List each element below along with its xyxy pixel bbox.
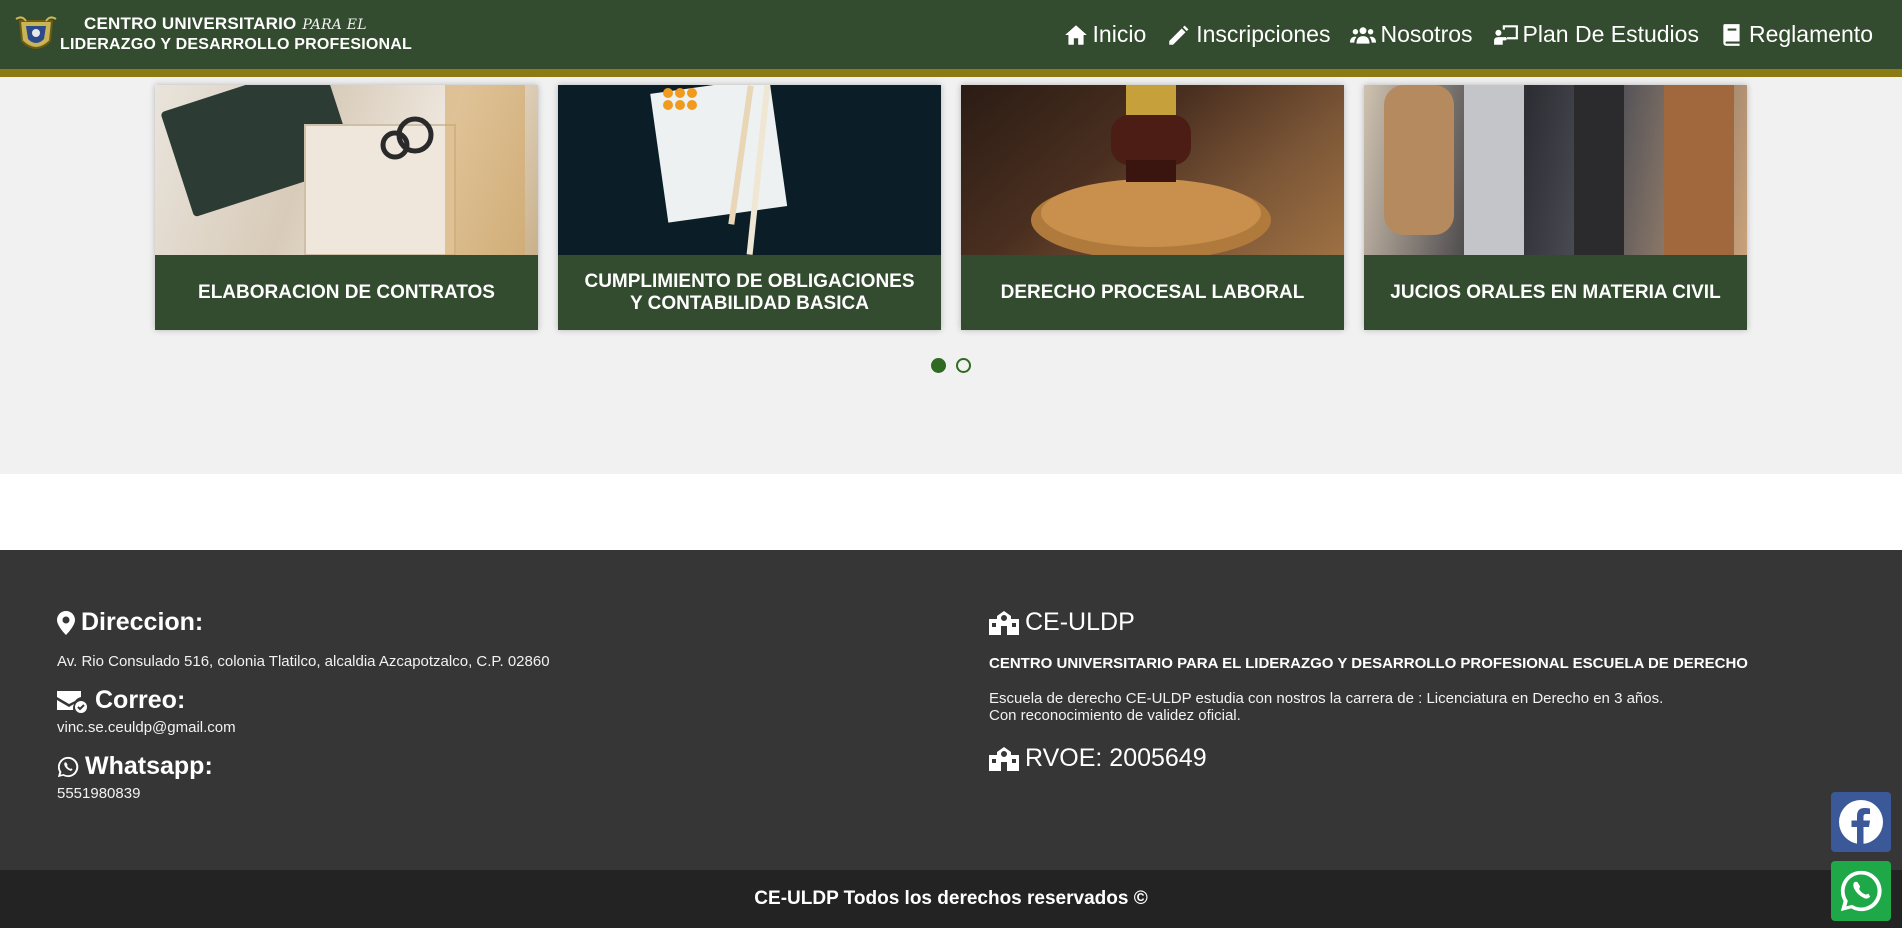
carousel-dot-2[interactable] — [956, 358, 971, 373]
org-fullname: CENTRO UNIVERSITARIO PARA EL LIDERAZGO Y… — [989, 655, 1748, 672]
address-title: Direccion: — [81, 608, 204, 636]
facebook-icon — [1839, 800, 1883, 844]
course-card[interactable]: ELABORACION DE CONTRATOS — [155, 85, 538, 330]
course-carousel: ELABORACION DE CONTRATOS CUMPLIMIENTO DE… — [155, 85, 1749, 330]
brand-line-2: LIDERAZGO Y DESARROLLO PROFESIONAL — [60, 36, 413, 53]
course-card[interactable]: CUMPLIMIENTO DE OBLIGACIONES Y CONTABILI… — [558, 85, 941, 330]
course-image-labor-law — [961, 85, 1344, 255]
brand-script-text: PARA EL — [302, 17, 367, 33]
address-text: Av. Rio Consulado 516, colonia Tlatilco,… — [57, 653, 550, 670]
nav-item-inscripciones[interactable]: Inscripciones — [1166, 21, 1330, 48]
rvoe-heading: RVOE: 2005649 — [989, 744, 1748, 773]
nav-item-inicio[interactable]: Inicio — [1063, 21, 1147, 48]
org-title: CE-ULDP — [1025, 608, 1135, 636]
spacer-band — [0, 474, 1902, 550]
email-heading: Correo: — [57, 686, 550, 715]
nav-item-nosotros[interactable]: Nosotros — [1350, 21, 1473, 48]
nav-label: Inicio — [1092, 21, 1147, 47]
course-title: DERECHO PROCESAL LABORAL — [961, 255, 1344, 330]
top-navbar: CENTRO UNIVERSITARIO PARA EL LIDERAZGO Y … — [0, 0, 1902, 77]
whatsapp-title: Whatsapp: — [85, 752, 213, 780]
address-heading: Direccion: — [57, 608, 550, 637]
email-title: Correo: — [95, 686, 186, 714]
nav-label: Reglamento — [1748, 21, 1873, 47]
map-marker-icon — [57, 610, 75, 635]
book-icon — [1723, 23, 1740, 46]
users-icon — [1350, 26, 1377, 44]
course-title: ELABORACION DE CONTRATOS — [155, 255, 538, 330]
org-heading: CE-ULDP — [989, 608, 1748, 637]
university-crest-icon — [15, 15, 57, 49]
nav-label: Plan De Estudios — [1522, 21, 1699, 47]
org-description: Escuela de derecho CE-ULDP estudia con n… — [989, 690, 1664, 707]
nav-label: Inscripciones — [1196, 21, 1331, 47]
org-validity: Con reconocimiento de validez oficial. — [989, 707, 1241, 724]
envelope-check-icon — [57, 690, 87, 713]
whatsapp-button[interactable] — [1831, 861, 1891, 921]
rvoe-text: RVOE: 2005649 — [1025, 744, 1207, 772]
home-icon — [1064, 24, 1087, 45]
brand-line-1: CENTRO UNIVERSITARIO PARA EL — [84, 14, 412, 35]
course-image-oral-trials — [1364, 85, 1747, 255]
course-card[interactable]: DERECHO PROCESAL LABORAL — [961, 85, 1344, 330]
whatsapp-heading: Whatsapp: — [57, 752, 550, 781]
carousel-pagination — [931, 358, 971, 373]
email-text[interactable]: vinc.se.ceuldp@gmail.com — [57, 719, 550, 736]
nav-item-reglamento[interactable]: Reglamento — [1719, 21, 1873, 48]
course-title: CUMPLIMIENTO DE OBLIGACIONES Y CONTABILI… — [558, 255, 941, 330]
facebook-button[interactable] — [1831, 792, 1891, 852]
course-image-contracts — [155, 85, 538, 255]
whatsapp-icon — [1840, 870, 1882, 912]
main-nav: Inicio Inscripciones Nosotros Plan De Es… — [1063, 21, 1888, 48]
footer-about-column: CE-ULDP CENTRO UNIVERSITARIO PARA EL LID… — [989, 608, 1748, 773]
course-title: JUCIOS ORALES EN MATERIA CIVIL — [1364, 255, 1747, 330]
pencil-icon — [1169, 25, 1189, 45]
school-building-icon — [989, 610, 1019, 635]
whatsapp-number[interactable]: 5551980839 — [57, 785, 550, 802]
copyright-bar: CE-ULDP Todos los derechos reservados © — [0, 870, 1902, 928]
whatsapp-icon — [57, 756, 79, 777]
footer-contact-column: Direccion: Av. Rio Consulado 516, coloni… — [57, 608, 550, 802]
chalkboard-teacher-icon — [1493, 24, 1518, 45]
course-image-accounting — [558, 85, 941, 255]
school-building-icon — [989, 746, 1019, 771]
nav-label: Nosotros — [1380, 21, 1473, 47]
carousel-dot-1[interactable] — [931, 358, 946, 373]
brand-logo-link[interactable]: CENTRO UNIVERSITARIO PARA EL LIDERAZGO Y … — [14, 14, 412, 55]
site-footer: Direccion: Av. Rio Consulado 516, coloni… — [0, 550, 1902, 870]
nav-item-plan-de-estudios[interactable]: Plan De Estudios — [1493, 21, 1699, 48]
brand-line-1-text: CENTRO UNIVERSITARIO — [84, 14, 297, 33]
course-card[interactable]: JUCIOS ORALES EN MATERIA CIVIL — [1364, 85, 1747, 330]
